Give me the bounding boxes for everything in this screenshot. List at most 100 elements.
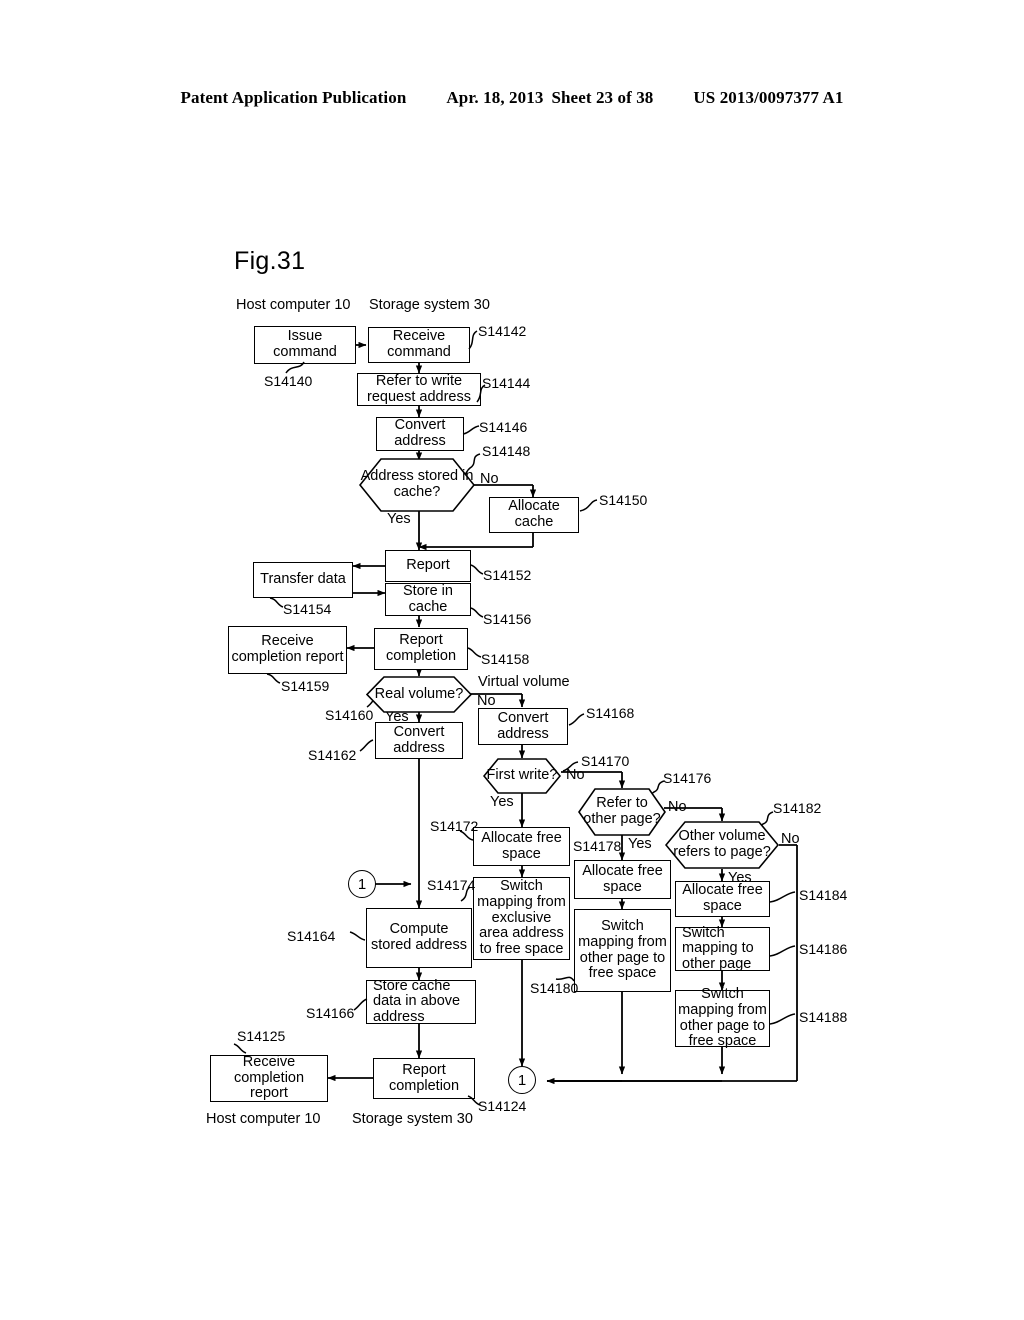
leader-s14159 <box>266 673 281 684</box>
node-convert-address-2-label: Convert address <box>393 723 445 756</box>
node-store-in-cache-label: Store in cache <box>403 582 453 615</box>
node-receive-completion-report-1[interactable]: Receive completion report <box>228 626 347 674</box>
node-convert-address-2[interactable]: Convert address <box>375 722 463 759</box>
node-receive-completion-report-2[interactable]: Receive completion report <box>210 1054 328 1102</box>
ref-s14156: S14156 <box>483 611 532 627</box>
node-allocate-cache[interactable]: Allocate cache <box>489 497 579 533</box>
leader-s14154 <box>269 597 284 608</box>
node-allocate-free-space-1-label: Allocate free space <box>481 829 562 862</box>
node-convert-address-3[interactable]: Convert address <box>478 708 568 745</box>
leader-s14188 <box>769 1013 796 1025</box>
ref-s14152: S14152 <box>483 567 532 583</box>
node-store-cache-data-label: Store cache data in above address <box>373 977 461 1025</box>
node-store-in-cache[interactable]: Store in cache <box>385 583 471 616</box>
node-receive-command-label: Receive command <box>387 328 451 360</box>
node-receive-completion-report-2-label: Receive completion report <box>233 1054 305 1102</box>
node-compute-stored-address[interactable]: Compute stored address <box>366 908 472 968</box>
leader-s14180 <box>555 976 575 982</box>
node-report-completion-1-label: Report completion <box>385 632 457 664</box>
node-refer-write-request-address-label: Refer to write request address <box>367 372 471 405</box>
ref-s14176: S14176 <box>663 770 712 786</box>
ref-s14154: S14154 <box>283 601 332 617</box>
node-transfer-data-label: Transfer data <box>260 571 346 588</box>
leader-s14164 <box>349 931 366 941</box>
leader-s14158 <box>467 647 482 658</box>
leader-s14166 <box>353 998 368 1011</box>
node-switch-mapping-from-other-page-to-free[interactable]: Switch mapping from other page to free s… <box>675 986 770 1050</box>
node-report[interactable]: Report <box>385 550 471 582</box>
leader-s14142 <box>468 330 478 350</box>
node-real-volume[interactable]: Real volume? <box>366 676 472 713</box>
node-refer-to-other-page[interactable]: Refer to other page? <box>578 788 666 836</box>
leader-s14124 <box>467 1095 481 1106</box>
node-issue-command[interactable]: Issue command <box>254 326 356 364</box>
node-report-label: Report <box>406 557 450 574</box>
ref-s14184: S14184 <box>799 887 848 903</box>
node-allocate-free-space-2-label: Allocate free space <box>582 862 663 895</box>
node-address-stored-in-cache[interactable]: Address stored in cache? <box>359 458 475 512</box>
ref-s14188: S14188 <box>799 1009 848 1025</box>
leader-s14172 <box>459 830 474 841</box>
ref-s14124: S14124 <box>478 1098 527 1114</box>
leader-s14150 <box>579 499 598 512</box>
node-other-volume-refers-to-page-label: Other volume refers to page? <box>673 828 771 860</box>
node-convert-address-1[interactable]: Convert address <box>376 417 464 451</box>
node-switch-mapping-to-other-page[interactable]: Switch mapping to other page <box>675 925 770 972</box>
connector-1-mid[interactable]: 1 <box>348 870 376 898</box>
leader-s14156 <box>470 607 484 618</box>
branch-label-cache-no: No <box>480 471 499 487</box>
leader-s14152 <box>470 564 484 575</box>
node-switch-mapping-exclusive[interactable]: Switch mapping from exclusive area addre… <box>473 877 570 960</box>
node-compute-stored-address-label: Compute stored address <box>371 921 467 953</box>
node-switch-mapping-other-page-to-free-label: Switch mapping from other page to free s… <box>578 918 667 982</box>
node-report-completion-2[interactable]: Report completion <box>373 1058 475 1099</box>
branch-label-first-write-no: No <box>566 767 585 783</box>
leader-s14184 <box>769 891 796 903</box>
leader-s14125 <box>233 1043 247 1054</box>
node-allocate-cache-label: Allocate cache <box>508 498 560 530</box>
node-allocate-free-space-2[interactable]: Allocate free space <box>574 860 671 899</box>
patent-page: Patent Application Publication Apr. 18, 2… <box>0 0 1024 1320</box>
ref-s14182: S14182 <box>773 800 822 816</box>
node-first-write-label: First write? <box>486 767 558 784</box>
leader-s14146 <box>462 425 480 435</box>
node-real-volume-label: Real volume? <box>374 685 464 702</box>
node-store-cache-data[interactable]: Store cache data in above address <box>366 977 476 1025</box>
leader-s14168 <box>568 713 585 726</box>
branch-label-refer-other-page-no: No <box>668 799 687 815</box>
node-refer-write-request-address[interactable]: Refer to write request address <box>357 373 481 406</box>
leader-s14144 <box>476 384 486 403</box>
node-switch-mapping-other-page-to-free[interactable]: Switch mapping from other page to free s… <box>574 909 671 992</box>
leader-s14140 <box>285 361 305 374</box>
node-address-stored-in-cache-label: Address stored in cache? <box>360 468 474 500</box>
leader-s14174 <box>460 886 471 902</box>
ref-s14164: S14164 <box>287 928 336 944</box>
leader-s14162 <box>359 739 374 752</box>
node-allocate-free-space-3-label: Allocate free space <box>682 882 763 914</box>
branch-label-other-volume-no: No <box>781 831 800 847</box>
ref-s14168: S14168 <box>586 705 635 721</box>
connector-1-mid-label: 1 <box>357 875 367 893</box>
node-allocate-free-space-1[interactable]: Allocate free space <box>473 827 570 866</box>
node-switch-mapping-from-other-page-to-free-label: Switch mapping from other page to free s… <box>678 986 767 1050</box>
flowchart: Issue command S14140 Receive command S14… <box>0 0 1024 1320</box>
ref-s14148: S14148 <box>482 443 531 459</box>
ref-s14166: S14166 <box>306 1005 355 1021</box>
node-allocate-free-space-3[interactable]: Allocate free space <box>675 881 770 917</box>
node-other-volume-refers-to-page[interactable]: Other volume refers to page? <box>665 821 779 869</box>
node-refer-to-other-page-label: Refer to other page? <box>583 795 661 827</box>
node-receive-command[interactable]: Receive command <box>368 327 470 363</box>
branch-label-real-volume-no: No <box>477 693 496 709</box>
connector-1-bottom[interactable]: 1 <box>508 1066 536 1094</box>
node-convert-address-3-label: Convert address <box>497 709 549 742</box>
node-switch-mapping-exclusive-label: Switch mapping from exclusive area addre… <box>477 878 566 957</box>
node-issue-command-label: Issue command <box>273 328 337 360</box>
ref-s14146: S14146 <box>479 419 528 435</box>
node-transfer-data[interactable]: Transfer data <box>253 562 353 598</box>
connector-1-bottom-label: 1 <box>517 1071 527 1089</box>
node-first-write[interactable]: First write? <box>483 758 561 794</box>
ref-s14162: S14162 <box>308 747 357 763</box>
node-report-completion-1[interactable]: Report completion <box>374 628 468 670</box>
node-report-completion-2-label: Report completion <box>388 1061 460 1094</box>
branch-label-cache-yes: Yes <box>387 511 411 527</box>
